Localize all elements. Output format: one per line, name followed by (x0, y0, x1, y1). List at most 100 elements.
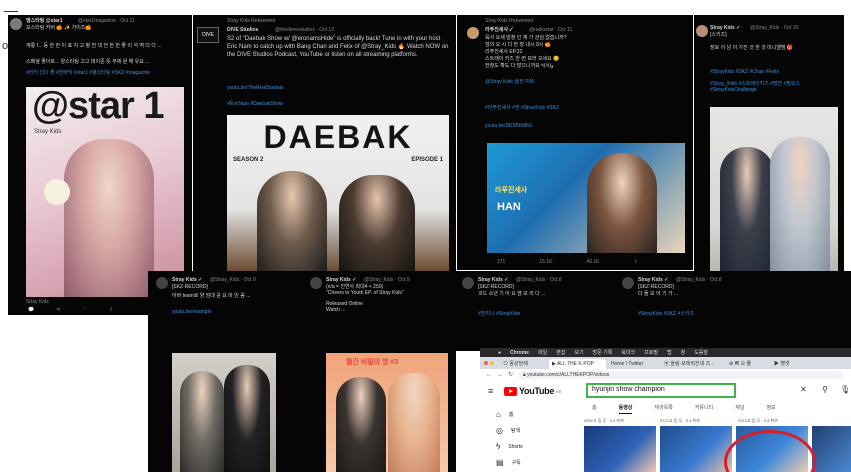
radio-thumbnail[interactable]: 라푸진세사 HAN (487, 143, 685, 253)
tweet-link[interactable]: youtu.be/example (172, 309, 211, 315)
menu-window[interactable]: 창 (681, 349, 686, 356)
tweet-user[interactable]: 라푸진세사 ✓ (485, 27, 513, 33)
youtube-logo[interactable]: YouTube KR (504, 386, 562, 396)
browser-window[interactable]: ● Chrome 파일 편집 보기 방문 기록 북마크 프로필 탭 창 도움말 … (480, 348, 851, 472)
tweet-user[interactable]: Stray Kids ✓ (710, 25, 740, 31)
channel-tab-community[interactable]: 커뮤니티 (695, 404, 713, 414)
tab-4[interactable]: ▣ 올림·포레럭잔네 즈... (661, 359, 724, 369)
nav-home[interactable]: ⌂ 홈 (496, 410, 513, 419)
tweet-user[interactable]: Stray Kids ✓ (326, 277, 356, 283)
share-icon[interactable]: ⇪ (634, 259, 638, 265)
window-min-dot[interactable] (490, 361, 494, 365)
magazine-cover-image[interactable]: @star 1 Stray Kids (26, 87, 184, 297)
tweet-card-skz-5[interactable]: Stray Kids ✓ @Stray_Kids · Oct 9 [SKZ-RE… (148, 271, 306, 472)
tweet-body: 다 돌 모 아 기 가 ... (638, 291, 679, 297)
magazine-photo[interactable]: 월간 비밀의 방 #3 (326, 353, 448, 472)
nav-explore[interactable]: ◎ 탐색 (496, 426, 520, 435)
reply-icon[interactable]: 💬 (28, 307, 34, 313)
nav-shorts[interactable]: ϟ Shorts (496, 442, 523, 451)
apple-icon[interactable]: ● (498, 350, 501, 356)
menu-view[interactable]: 보기 (574, 349, 583, 356)
video-meta-3: 3312교 등 무 · 3.4 취까 (738, 418, 778, 423)
menu-edit[interactable]: 편집 (556, 349, 565, 356)
reply-count[interactable]: 271 (497, 259, 505, 265)
avatar[interactable] (462, 277, 474, 289)
tweet-hashtags[interactable]: #라푸진세사 #한 #StrayKids #SKZ (485, 105, 675, 111)
nav-subscriptions-label: 구독 (511, 460, 521, 466)
tweet-user[interactable]: DIVE Studios (227, 27, 258, 33)
tweet-body: 한참도 확도 다 많으니까요 ٩(ᐛ)و (485, 63, 554, 69)
channel-tab-videos[interactable]: 동영상 (618, 404, 633, 414)
tab-6[interactable]: ▶ 헬셋 (771, 359, 810, 369)
tweet-card-radio[interactable]: Stray Kids Retweeted 라푸진세사 ✓ @radiostar … (457, 15, 693, 270)
tweet-user[interactable]: Stray Kids ✓ (478, 277, 508, 283)
tweet-body: 라푸진세사 EP.32 (485, 49, 523, 55)
forward-icon[interactable]: → (497, 372, 503, 378)
tweet-card-dive[interactable]: Stray Kids Retweeted DIVE DIVE Studios @… (193, 15, 456, 273)
tab-2-active[interactable]: ▶ ALL THE K-POP (549, 359, 606, 369)
avatar[interactable] (10, 18, 22, 30)
avatar[interactable] (696, 25, 708, 37)
like-count[interactable]: 40.1K (586, 259, 599, 265)
tweet-user[interactable]: Stray Kids ✓ (172, 277, 202, 283)
tweet-mentions[interactable]: @Stray Kids @한 P.M (485, 79, 645, 85)
menu-file[interactable]: 파일 (538, 349, 547, 356)
mic-icon[interactable]: 🎙︎ (840, 385, 850, 394)
avatar[interactable] (467, 27, 479, 39)
tweet-hashtags[interactable]: #한치나 #StrayKids (478, 311, 520, 317)
menu-history[interactable]: 방문 기록 (593, 349, 613, 356)
retweet-count[interactable]: 15.1K (539, 259, 552, 265)
tweet-link[interactable]: #러키 선다 좋 #한바닥 #star1 #앵스타팅 #SKZ #magazin… (26, 70, 186, 76)
tweet-card-star1[interactable]: 앵스타팅 @star1 @star1magazine · Oct 11 보스타팅… (8, 15, 192, 315)
person-left (257, 171, 327, 271)
tweet-card-skz-right[interactable]: Stray Kids ✓ @Stray_Kids · Oct 10 [스키즈] … (694, 15, 844, 283)
menu-profile[interactable]: 프로필 (644, 349, 658, 356)
channel-tab-about[interactable]: 정보 (766, 404, 775, 414)
tab-3[interactable]: Home / Twitter (608, 359, 659, 369)
skz-photo[interactable] (710, 107, 838, 279)
daebak-thumbnail[interactable]: DAEBAK SEASON 2 EPISODE 1 (227, 115, 449, 271)
url-bar[interactable]: 🔒︎ youtube.com/c/ALLTHEKPOP/videos (518, 370, 843, 379)
avatar[interactable] (310, 277, 322, 289)
youtube-brand: YouTube (519, 386, 555, 396)
reload-icon[interactable]: ↻ (508, 371, 513, 378)
video-thumbnail-2[interactable] (660, 426, 732, 472)
tab-5[interactable]: ⊛ 뻐 오 물 (726, 359, 769, 369)
tab-1[interactable]: ⊙ 몽상당례 (500, 359, 547, 369)
address-row: ← → ↻ 🔒︎ youtube.com/c/ALLTHEKPOP/videos (480, 369, 851, 380)
menu-help[interactable]: 도움말 (694, 349, 708, 356)
like-icon[interactable]: ♡ (82, 307, 86, 313)
channel-tab-playlists[interactable]: 재생목록 (654, 404, 672, 414)
channel-tab-channels[interactable]: 채널 (735, 404, 744, 414)
tweet-hashtags[interactable]: #Stray_Kids #스트레이키즈 #방찬 #필릭스 #StrayKidsC… (710, 81, 820, 93)
video-thumbnail-1[interactable] (584, 426, 656, 472)
tweet-hashtags[interactable]: #StrayKids #SKZ #스키즈 (638, 311, 758, 317)
search-input[interactable]: hyunjin show champion (586, 383, 736, 398)
retweet-icon[interactable]: ⟲ (56, 307, 60, 313)
search-icon[interactable]: ⚲ (822, 385, 828, 394)
tweet-hashtags[interactable]: #StrayKids #SKZ #Chan #Felix (710, 69, 840, 75)
tweet-card-skz-8[interactable]: Stray Kids ✓ @Stray_Kids · Oct 8 [SKZ-RE… (616, 271, 851, 351)
share-icon[interactable]: ⇪ (109, 307, 113, 313)
menu-chrome[interactable]: Chrome (510, 350, 529, 356)
channel-tab-home[interactable]: 홈 (592, 404, 597, 414)
nav-subscriptions[interactable]: ▤ 구독 (496, 458, 521, 467)
clear-search-icon[interactable]: ✕ (800, 385, 807, 394)
tweet-hashtags[interactable]: #EricNam #DaebakShow (227, 101, 283, 107)
tweet-card-skz-7[interactable]: Stray Kids ✓ @Stray_Kids · Oct 8 [SKZ-RE… (456, 271, 616, 351)
tweet-link[interactable]: youtu.be/DE5BKM6U (485, 123, 533, 129)
tweet-user[interactable]: 앵스타팅 @star1 (26, 18, 63, 24)
back-icon[interactable]: ← (486, 372, 492, 378)
avatar[interactable] (622, 277, 634, 289)
menu-bookmarks[interactable]: 북마크 (621, 349, 635, 356)
avatar[interactable] (156, 277, 168, 289)
window-close-dot[interactable] (484, 361, 488, 365)
video-thumbnail-4[interactable] (812, 426, 851, 472)
menu-tab[interactable]: 탭 (667, 349, 672, 356)
skz-photo[interactable] (172, 353, 276, 472)
nav-home-label: 홈 (508, 412, 514, 418)
tweet-link[interactable]: youtu.be/TheRealDaebak (227, 85, 284, 91)
hamburger-icon[interactable]: ≡ (488, 386, 493, 396)
tweet-user[interactable]: Stray Kids ✓ (638, 277, 668, 283)
tweet-card-skz-6[interactable]: Stray Kids ✓ @Stray_Kids · Oct 9 (n/a = … (306, 271, 456, 472)
